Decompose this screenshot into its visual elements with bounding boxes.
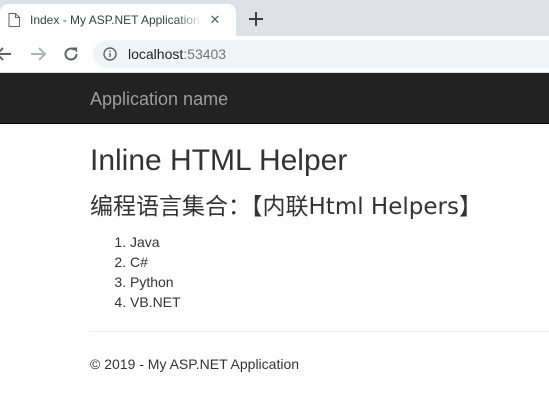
url-text: localhost:53403 [128, 46, 226, 62]
reload-icon[interactable] [61, 44, 81, 64]
forward-icon[interactable] [28, 44, 48, 64]
footer-divider [90, 331, 549, 332]
back-icon[interactable] [0, 44, 14, 64]
url-port: :53403 [183, 46, 227, 62]
browser-toolbar: localhost:53403 [0, 36, 549, 73]
site-navbar: Application name [0, 73, 549, 124]
browser-tab[interactable]: Index - My ASP.NET Application ✕ [0, 4, 236, 36]
footer-copyright: © 2019 - My ASP.NET Application [90, 356, 300, 372]
tab-title: Index - My ASP.NET Application [30, 13, 200, 27]
plus-icon[interactable] [246, 9, 266, 29]
navbar-brand[interactable]: Application name [90, 89, 228, 109]
list-item: C# [130, 252, 181, 272]
page-title: Inline HTML Helper [90, 144, 348, 177]
page-icon [8, 13, 20, 27]
browser-tab-strip: Index - My ASP.NET Application ✕ [0, 0, 549, 36]
list-item: Java [130, 232, 181, 252]
address-bar[interactable]: localhost:53403 [93, 40, 549, 68]
list-item: Python [130, 272, 181, 292]
close-icon[interactable]: ✕ [207, 12, 223, 28]
language-list: Java C# Python VB.NET [90, 232, 181, 312]
section-heading: 编程语言集合：【内联Html Helpers】 [90, 194, 482, 220]
url-host: localhost [128, 46, 184, 62]
info-icon[interactable] [103, 47, 117, 61]
list-item: VB.NET [130, 292, 181, 312]
